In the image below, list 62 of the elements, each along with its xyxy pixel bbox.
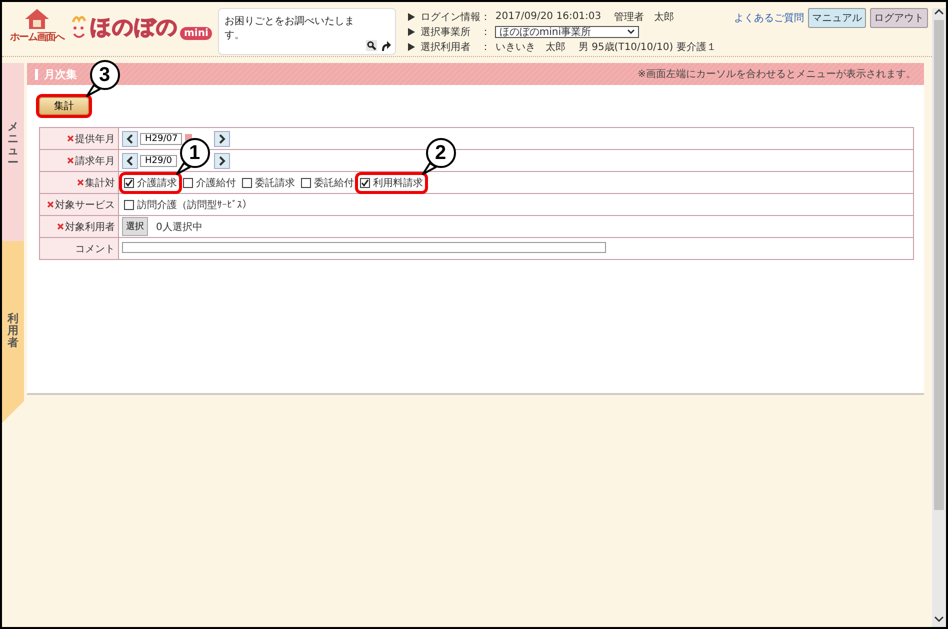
checkbox[interactable] [360, 178, 370, 188]
chevron-right-icon [218, 156, 226, 166]
menu-tab[interactable]: メニュー [2, 63, 24, 241]
comment-field[interactable] [122, 242, 606, 253]
user-tab[interactable]: 利用者 [2, 241, 24, 423]
info-label: ログイン情報： [420, 10, 490, 24]
month-field[interactable]: H29/07 [140, 132, 182, 144]
bullet-icon [408, 42, 416, 50]
field-label: 集計対 [85, 176, 115, 190]
checkbox-label: 介護請求 [137, 176, 177, 190]
chevron-right-icon [218, 134, 226, 144]
checkbox[interactable] [183, 178, 193, 188]
previous-button[interactable] [122, 130, 138, 146]
checkbox[interactable] [124, 178, 134, 188]
select-button[interactable]: 選択 [122, 217, 148, 236]
checkbox[interactable] [242, 178, 252, 188]
logout-button[interactable]: ログアウト [870, 8, 928, 28]
calendar-icon[interactable] [185, 134, 192, 140]
field-label: コメント [75, 242, 115, 256]
chevron-left-icon [126, 134, 134, 144]
checkbox[interactable] [301, 178, 311, 188]
field-label: 対象サービス [55, 198, 115, 212]
search-icon[interactable] [366, 40, 378, 51]
checkbox-label: 利用料請求 [373, 176, 423, 190]
faq-link[interactable]: よくあるご質問 [734, 11, 804, 25]
field-label: 請求年月 [75, 154, 115, 168]
home-icon[interactable] [23, 8, 51, 30]
info-label: 選択利用者 ： [420, 40, 490, 54]
bullet-icon [408, 28, 416, 36]
next-button[interactable] [214, 152, 230, 168]
previous-button[interactable] [122, 152, 138, 168]
info-value: いきいき 太郎 [495, 40, 566, 54]
bullet-icon [408, 12, 416, 20]
month-field[interactable]: H29/0 [140, 154, 177, 166]
home-link[interactable]: ホーム画面へ [10, 30, 64, 44]
scrollbar-thumb[interactable] [934, 20, 944, 510]
field-label: 提供年月 [75, 132, 115, 146]
menu-notice: ※画面左端にカーソルを合わせるとメニューが表示されます。 [638, 68, 916, 81]
checkbox-label: 委託請求 [255, 176, 295, 190]
page-title: 月次集 [44, 66, 77, 82]
info-value: 2017/09/20 16:01:03 [495, 11, 602, 22]
manual-button[interactable]: マニュアル [808, 8, 866, 28]
caret-icon [627, 28, 636, 34]
next-button[interactable] [214, 130, 230, 146]
field-label: 対象利用者 [65, 220, 115, 234]
logo-badge: mini [180, 27, 212, 40]
info-value: 男 95歳(T10/10/10) 要介護１ [578, 40, 716, 54]
selection-count: 0人選択中 [156, 220, 202, 234]
search-field[interactable]: お困りごとをお調べいたします。 [218, 8, 396, 55]
checkbox-label: 訪問介護（訪問型ｻｰﾋﾞｽ） [137, 198, 252, 212]
logo-text: ほのぼの [90, 14, 178, 41]
info-value: 管理者 太郎 [614, 10, 674, 24]
chevron-left-icon [126, 156, 134, 166]
scroll-down-icon[interactable] [934, 615, 944, 623]
scroll-up-icon[interactable] [934, 8, 944, 16]
checkbox[interactable] [124, 200, 134, 210]
office-select[interactable]: ほのぼのmini事業所 [495, 26, 640, 38]
arrow-icon[interactable] [380, 40, 392, 51]
checkbox-label: 委託給付 [314, 176, 354, 190]
aggregate-button[interactable]: 集計 [39, 97, 89, 115]
info-label: 選択事業所 ： [420, 26, 490, 38]
checkbox-label: 介護給付 [196, 176, 236, 190]
